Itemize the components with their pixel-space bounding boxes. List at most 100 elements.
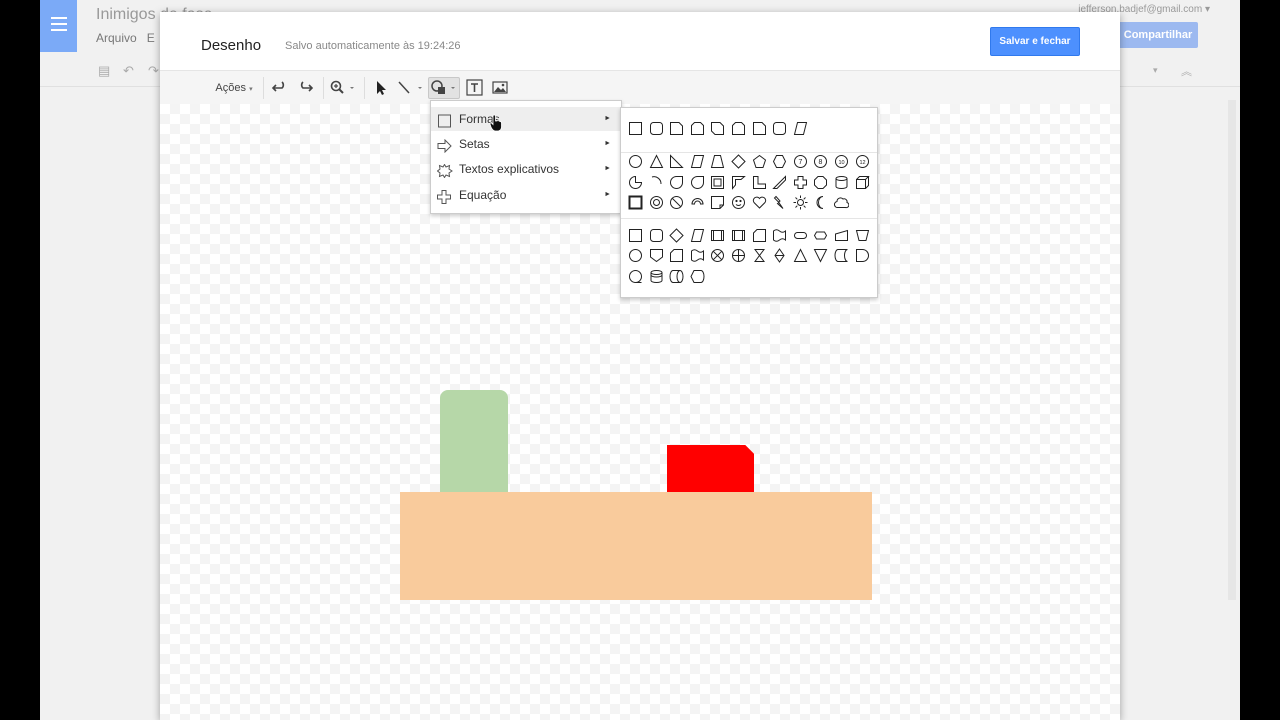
save-and-close-button[interactable]: Salvar e fechar — [990, 27, 1080, 56]
shape-option-icon[interactable] — [834, 175, 849, 190]
shape-option-icon[interactable] — [793, 195, 808, 210]
shape-option-icon[interactable] — [690, 269, 705, 284]
shape-option-icon[interactable] — [669, 121, 684, 136]
shape-option-icon[interactable]: 10 — [834, 154, 849, 169]
line-icon[interactable] — [394, 78, 424, 98]
redo-icon[interactable] — [295, 78, 315, 98]
shape-option-icon[interactable] — [649, 269, 664, 284]
shape-option-icon[interactable] — [710, 175, 725, 190]
green-rounded-rectangle[interactable] — [440, 390, 508, 500]
shape-option-icon[interactable] — [855, 248, 870, 263]
docs-logo-icon[interactable] — [40, 0, 77, 52]
shape-option-icon[interactable] — [752, 248, 767, 263]
shape-option-icon[interactable] — [669, 175, 684, 190]
shape-option-icon[interactable] — [731, 228, 746, 243]
shape-option-icon[interactable] — [628, 248, 643, 263]
menu-item-formas[interactable]: Formas ► — [431, 107, 621, 131]
shape-option-icon[interactable] — [855, 175, 870, 190]
shape-option-icon[interactable] — [752, 175, 767, 190]
shape-option-icon[interactable] — [793, 228, 808, 243]
shape-option-icon[interactable] — [669, 228, 684, 243]
chevron-down-icon[interactable]: ▾ — [1153, 65, 1158, 76]
shape-option-icon[interactable] — [669, 248, 684, 263]
submenu-arrow-icon: ► — [604, 115, 611, 122]
orange-rectangle[interactable] — [400, 492, 872, 600]
shape-option-icon[interactable] — [813, 195, 828, 210]
shape-option-icon[interactable] — [855, 228, 870, 243]
shape-option-icon[interactable] — [772, 228, 787, 243]
undo-icon[interactable] — [270, 78, 290, 98]
shape-option-icon[interactable]: 8 — [813, 154, 828, 169]
zoom-icon[interactable] — [328, 78, 358, 98]
shape-option-icon[interactable] — [690, 248, 705, 263]
shape-option-icon[interactable] — [710, 248, 725, 263]
shape-option-icon[interactable] — [690, 228, 705, 243]
shape-option-icon[interactable] — [772, 121, 787, 136]
shape-option-icon[interactable] — [690, 195, 705, 210]
shape-option-icon[interactable] — [710, 228, 725, 243]
shape-option-icon[interactable] — [649, 175, 664, 190]
shape-option-icon[interactable] — [690, 154, 705, 169]
shape-option-icon[interactable] — [628, 175, 643, 190]
redo-icon[interactable]: ↷ — [148, 63, 159, 79]
shape-option-icon[interactable] — [628, 121, 643, 136]
print-icon[interactable]: ▤ — [98, 63, 110, 79]
shape-option-icon[interactable] — [834, 248, 849, 263]
shape-option-icon[interactable] — [628, 269, 643, 284]
shape-option-icon[interactable]: 12 — [855, 154, 870, 169]
shape-option-icon[interactable] — [710, 154, 725, 169]
shape-option-icon[interactable] — [772, 195, 787, 210]
shape-option-icon[interactable] — [772, 154, 787, 169]
shape-option-icon[interactable] — [813, 248, 828, 263]
shape-option-icon[interactable] — [669, 154, 684, 169]
shape-option-icon[interactable] — [669, 195, 684, 210]
shape-option-icon[interactable] — [813, 228, 828, 243]
shape-option-icon[interactable] — [834, 228, 849, 243]
share-button[interactable]: Compartilhar — [1118, 22, 1198, 48]
shape-option-icon[interactable]: 7 — [793, 154, 808, 169]
shape-option-icon[interactable] — [731, 248, 746, 263]
shape-option-icon[interactable] — [649, 121, 664, 136]
dialog-header: Desenho Salvo automaticamente às 19:24:2… — [160, 12, 1120, 70]
shape-option-icon[interactable] — [649, 248, 664, 263]
text-box-icon[interactable] — [465, 78, 485, 98]
shape-option-icon[interactable] — [628, 228, 643, 243]
shape-option-icon[interactable] — [731, 195, 746, 210]
shape-option-icon[interactable] — [669, 269, 684, 284]
menu-item-setas[interactable]: Setas ► — [431, 132, 621, 156]
shape-option-icon[interactable] — [628, 154, 643, 169]
shape-option-icon[interactable] — [813, 175, 828, 190]
menu-editar[interactable]: E — [147, 31, 155, 45]
image-icon[interactable] — [490, 78, 510, 98]
shape-option-icon[interactable] — [793, 121, 808, 136]
shape-option-icon[interactable] — [731, 175, 746, 190]
shape-option-icon[interactable] — [690, 121, 705, 136]
shape-option-icon[interactable] — [772, 248, 787, 263]
select-icon[interactable] — [369, 78, 391, 98]
shape-option-icon[interactable] — [793, 175, 808, 190]
shape-option-icon[interactable] — [752, 228, 767, 243]
shape-option-icon[interactable] — [731, 121, 746, 136]
shape-option-icon[interactable] — [690, 175, 705, 190]
menu-item-equacao[interactable]: Equação ► — [431, 183, 621, 207]
actions-menu[interactable]: Ações ▾ — [212, 78, 256, 98]
shape-option-icon[interactable] — [649, 228, 664, 243]
shape-option-icon[interactable] — [752, 195, 767, 210]
shape-icon[interactable] — [428, 77, 460, 99]
menu-arquivo[interactable]: Arquivo — [96, 31, 137, 45]
shape-option-icon[interactable] — [752, 121, 767, 136]
shape-option-icon[interactable] — [793, 248, 808, 263]
shape-option-icon[interactable] — [649, 195, 664, 210]
shape-option-icon[interactable] — [752, 154, 767, 169]
undo-icon[interactable]: ↶ — [123, 63, 134, 79]
shape-option-icon[interactable] — [833, 195, 850, 210]
menu-item-textos-explicativos[interactable]: Textos explicativos ► — [431, 157, 621, 181]
shape-option-icon[interactable] — [649, 154, 664, 169]
shape-option-icon[interactable] — [710, 195, 725, 210]
shape-option-icon[interactable] — [710, 121, 725, 136]
scrollbar[interactable] — [1228, 100, 1236, 600]
shape-option-icon[interactable] — [772, 175, 787, 190]
shape-option-icon[interactable] — [731, 154, 746, 169]
shape-option-icon[interactable] — [628, 195, 643, 210]
collapse-icon[interactable]: ︽ — [1181, 63, 1192, 79]
